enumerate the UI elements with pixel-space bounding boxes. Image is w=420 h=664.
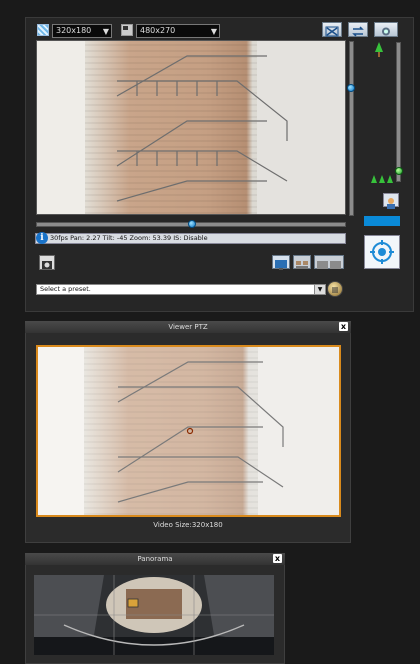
tilt-slider[interactable] — [349, 41, 354, 216]
zoom-slider-knob[interactable] — [395, 167, 403, 175]
panorama-title: Panorama — [137, 555, 173, 563]
person-icon — [387, 198, 395, 209]
monitor-button[interactable] — [272, 255, 290, 270]
camera-rotate-icon — [382, 27, 390, 36]
pan-slider-knob[interactable] — [188, 220, 196, 228]
zoom-tele-icon — [374, 42, 384, 58]
swap-icon — [352, 26, 364, 37]
status-bar: 30fps Pan: 2.27 Tilt: -45 Zoom: 53.39 IS… — [35, 233, 346, 244]
panorama-scene — [34, 575, 274, 655]
chevron-down-icon: ▼ — [102, 27, 109, 36]
ptz-video-scene — [38, 347, 339, 515]
video-size-select-1-value: 320x180 — [56, 26, 92, 35]
tilt-slider-knob[interactable] — [347, 84, 355, 92]
preset-select-value: Select a preset. — [40, 285, 91, 293]
viewer-ptz-title: Viewer PTZ — [168, 323, 208, 331]
preset-select[interactable]: Select a preset. ▼ — [36, 284, 326, 295]
main-video-feed[interactable] — [36, 40, 346, 215]
video-scene — [37, 41, 345, 214]
preset-menu-icon — [332, 287, 338, 293]
zoom-slider[interactable] — [396, 42, 401, 182]
crosshair-icon — [370, 240, 394, 264]
panorama-close-button[interactable]: x — [273, 554, 282, 563]
preset-indicator-bar — [364, 216, 400, 226]
video-size-select-1[interactable]: 320x180 ▼ — [52, 24, 112, 38]
snapshot-button[interactable] — [39, 255, 55, 270]
panorama-title-bar: Panorama — [25, 553, 285, 565]
chevron-down-icon: ▼ — [314, 285, 325, 294]
video-size-select-2-value: 480x270 — [140, 26, 176, 35]
view-mode-icon — [296, 261, 308, 269]
chevron-down-icon: ▼ — [210, 27, 217, 36]
close-icon: x — [274, 554, 281, 563]
layout-button[interactable] — [314, 255, 344, 269]
viewer-ptz-title-bar: Viewer PTZ — [25, 321, 351, 333]
info-icon: i — [36, 232, 48, 244]
aspect-icon — [37, 24, 49, 36]
video-size-label: Video Size:320x180 — [25, 521, 351, 529]
video-size-select-2[interactable]: 480x270 ▼ — [136, 24, 220, 38]
view-mode-button[interactable] — [293, 255, 311, 269]
panorama-image[interactable] — [34, 575, 274, 655]
viewer-ptz-close-button[interactable]: x — [339, 322, 348, 331]
zoom-wide-icon — [371, 172, 393, 184]
fit-screen-button[interactable] — [322, 22, 342, 37]
layout-icon — [317, 261, 341, 269]
swap-button[interactable] — [348, 22, 368, 37]
preset-menu-button[interactable] — [327, 281, 343, 297]
fit-screen-icon — [325, 26, 339, 37]
video-size-text: Video Size:320x180 — [153, 521, 223, 529]
close-icon: x — [340, 322, 347, 331]
person-button[interactable] — [383, 193, 399, 209]
camera-rotate-button[interactable] — [374, 22, 398, 37]
ptz-video-feed[interactable] — [36, 345, 341, 517]
ptz-home-button[interactable] — [364, 235, 400, 269]
snapshot-icon — [42, 261, 52, 269]
monitor-icon — [275, 260, 287, 270]
resize-icon — [121, 24, 133, 36]
status-text: 30fps Pan: 2.27 Tilt: -45 Zoom: 53.39 IS… — [50, 234, 208, 242]
